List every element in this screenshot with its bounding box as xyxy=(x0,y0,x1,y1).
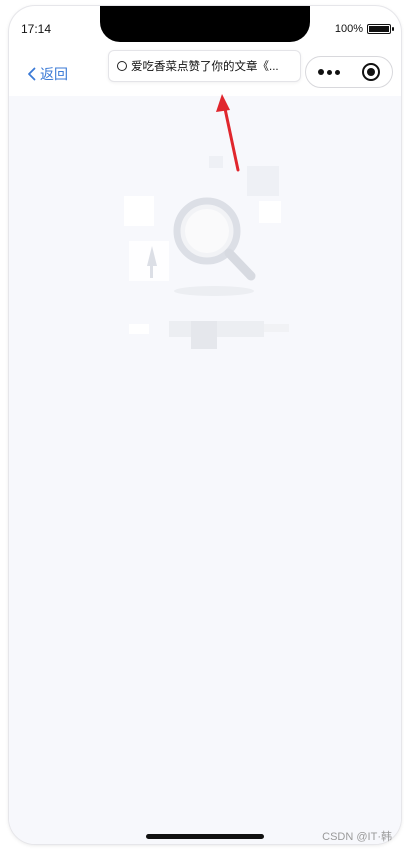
empty-search-illustration xyxy=(124,156,289,349)
back-label: 返回 xyxy=(40,66,68,82)
notch xyxy=(100,6,310,42)
battery-percent: 100% xyxy=(334,23,363,35)
toast-text: 爱吃香菜点赞了你的文章《... xyxy=(131,61,279,73)
more-dots-icon[interactable] xyxy=(318,69,340,75)
status-right: 100% xyxy=(334,23,394,35)
phone-frame: 17:14 100% 返回 爱吃香菜点赞了你的文章《... xyxy=(9,6,401,844)
content-area xyxy=(9,96,401,844)
target-icon[interactable] xyxy=(362,63,380,81)
battery-icon xyxy=(367,24,394,34)
status-time: 17:14 xyxy=(21,22,52,36)
navbar: 返回 爱吃香菜点赞了你的文章《... xyxy=(9,46,401,96)
back-button[interactable]: 返回 xyxy=(27,64,68,84)
watermark: CSDN @IT·韩 xyxy=(322,831,392,843)
search-icon xyxy=(173,197,256,281)
chevron-left-icon xyxy=(27,67,36,81)
menu-capsule xyxy=(305,56,393,88)
home-indicator xyxy=(146,834,264,839)
like-notification-toast[interactable]: 爱吃香菜点赞了你的文章《... xyxy=(108,50,301,82)
circle-icon xyxy=(117,61,127,71)
